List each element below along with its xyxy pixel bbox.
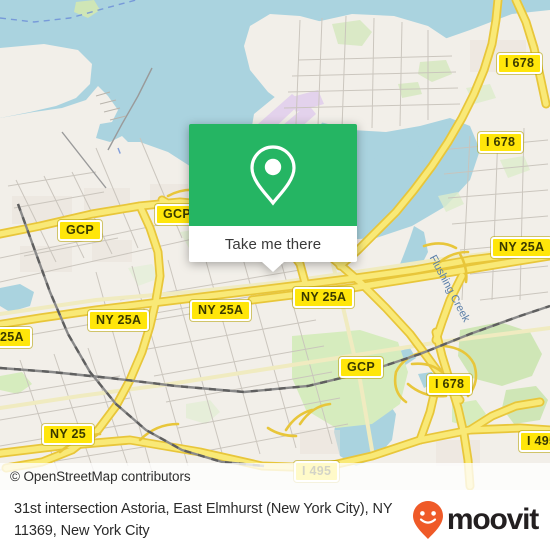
location-pin-icon (250, 145, 296, 206)
road-shield: NY 25A (293, 287, 355, 308)
road-shield: I 678 (478, 132, 524, 153)
popup-image-area (189, 124, 357, 226)
road-shield: I 495 (519, 431, 550, 452)
road-shield: GCP (58, 220, 102, 241)
osm-attribution-text[interactable]: © OpenStreetMap contributors (0, 469, 191, 484)
road-shield: NY 25 (42, 424, 95, 445)
map-screenshot-root: I 678 I 678 NY 25A GCP GCP NY 25A NY 25A NY 25A… (0, 0, 550, 550)
moovit-wordmark: moovit (446, 503, 539, 536)
road-shield: NY 25A (88, 310, 150, 331)
road-shield: I 678 (427, 374, 473, 395)
take-me-there-popup[interactable]: Take me there (189, 124, 357, 272)
map-attribution-bar: © OpenStreetMap contributors (0, 463, 550, 490)
popup-action-area[interactable]: Take me there (189, 226, 357, 272)
road-shield: I 678 (497, 53, 543, 74)
location-title: 31st intersection Astoria, East Elmhurst… (14, 501, 393, 539)
popup-tail-icon (262, 262, 284, 272)
footer-bar: 31st intersection Astoria, East Elmhurst… (0, 490, 550, 550)
map-canvas[interactable]: I 678 I 678 NY 25A GCP GCP NY 25A NY 25A NY 25A… (0, 0, 550, 490)
road-shield: NY 25A (190, 300, 252, 321)
moovit-logo[interactable]: moovit (411, 500, 539, 540)
road-shield: NY 25A (491, 237, 550, 258)
road-shield: GCP (339, 357, 383, 378)
moovit-smiling-pin-logo-icon (412, 501, 443, 539)
take-me-there-label: Take me there (224, 235, 322, 253)
road-shield: 25A (0, 327, 32, 348)
